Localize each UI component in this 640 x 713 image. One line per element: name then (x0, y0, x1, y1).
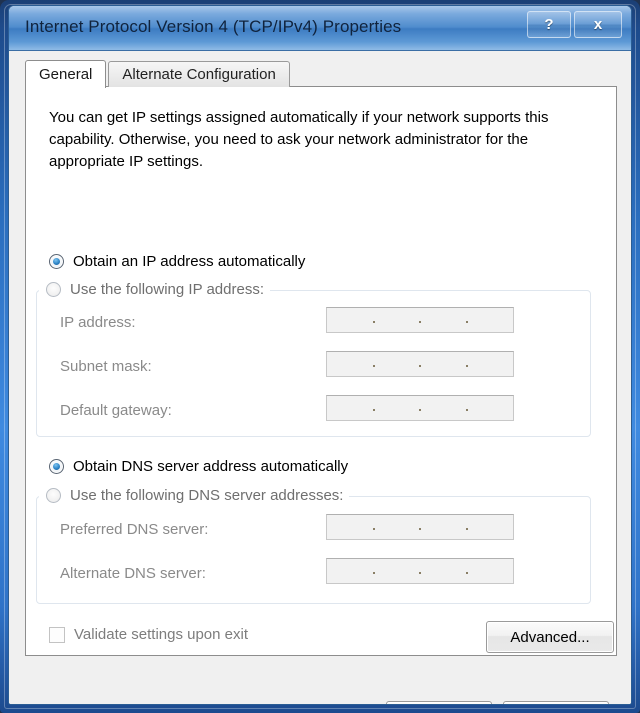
radio-indicator-unselected-icon (46, 282, 61, 297)
preferred-dns-octet-4[interactable] (467, 515, 514, 539)
radio-obtain-ip-automatically[interactable]: Obtain an IP address automatically (49, 253, 305, 270)
alternate-dns-octet-3[interactable] (420, 559, 468, 583)
tab-general[interactable]: General (25, 60, 107, 88)
radio-obtain-ip-automatically-label: Obtain an IP address automatically (73, 253, 306, 270)
dns-address-groupbox (36, 496, 591, 604)
title-bar[interactable]: Internet Protocol Version 4 (TCP/IPv4) P… (9, 6, 631, 51)
subnet-mask-octet-4[interactable] (467, 352, 514, 376)
alternate-dns-octet-1[interactable] (327, 559, 375, 583)
tab-strip: General Alternate Configuration (25, 60, 290, 88)
radio-obtain-dns-automatically-label: Obtain DNS server address automatically (73, 458, 349, 475)
checkbox-indicator-icon (49, 626, 65, 643)
window-title: Internet Protocol Version 4 (TCP/IPv4) P… (25, 17, 402, 36)
default-gateway-input[interactable] (326, 395, 514, 421)
subnet-mask-octet-1[interactable] (327, 352, 375, 376)
checkbox-validate-settings[interactable]: Validate settings upon exit (49, 626, 248, 643)
preferred-dns-octet-2[interactable] (374, 515, 421, 539)
alternate-dns-octet-2[interactable] (374, 559, 421, 583)
panel-bottom-row: Validate settings upon exit Advanced... (49, 618, 614, 654)
advanced-button[interactable]: Advanced... (486, 621, 614, 653)
close-button[interactable]: x (574, 11, 622, 38)
subnet-mask-input[interactable] (326, 351, 514, 377)
subnet-mask-label: Subnet mask: (60, 358, 152, 375)
preferred-dns-input[interactable] (326, 514, 514, 540)
radio-use-following-ip-label: Use the following IP address: (70, 281, 264, 298)
alternate-dns-label: Alternate DNS server: (60, 565, 206, 582)
window-frame: Internet Protocol Version 4 (TCP/IPv4) P… (0, 0, 640, 713)
dialog-body: General Alternate Configuration You can … (9, 51, 631, 704)
radio-indicator-selected-icon (49, 459, 64, 474)
default-gateway-label: Default gateway: (60, 402, 172, 419)
default-gateway-octet-1[interactable] (327, 396, 375, 420)
radio-use-following-ip[interactable]: Use the following IP address: (39, 281, 270, 298)
tab-panel-general: You can get IP settings assigned automat… (25, 86, 617, 656)
checkbox-validate-settings-label: Validate settings upon exit (74, 626, 249, 643)
default-gateway-octet-2[interactable] (374, 396, 421, 420)
ip-address-octet-1[interactable] (327, 308, 375, 332)
tab-alternate-configuration[interactable]: Alternate Configuration (108, 61, 290, 87)
default-gateway-octet-3[interactable] (420, 396, 468, 420)
alternate-dns-input[interactable] (326, 558, 514, 584)
radio-indicator-selected-icon (49, 254, 64, 269)
ok-button[interactable]: OK (386, 701, 492, 704)
ip-address-label: IP address: (60, 314, 136, 331)
preferred-dns-octet-3[interactable] (420, 515, 468, 539)
radio-use-following-dns-label: Use the following DNS server addresses: (70, 487, 344, 504)
subnet-mask-octet-3[interactable] (420, 352, 468, 376)
subnet-mask-octet-2[interactable] (374, 352, 421, 376)
preferred-dns-octet-1[interactable] (327, 515, 375, 539)
ip-address-octet-4[interactable] (467, 308, 514, 332)
tcpip-properties-dialog: Internet Protocol Version 4 (TCP/IPv4) P… (8, 5, 632, 705)
general-description: You can get IP settings assigned automat… (49, 109, 549, 170)
ip-address-octet-3[interactable] (420, 308, 468, 332)
preferred-dns-label: Preferred DNS server: (60, 521, 209, 538)
ip-address-octet-2[interactable] (374, 308, 421, 332)
dialog-footer: OK Cancel (9, 659, 631, 704)
radio-use-following-dns[interactable]: Use the following DNS server addresses: (39, 487, 350, 504)
cancel-button[interactable]: Cancel (503, 701, 609, 704)
default-gateway-octet-4[interactable] (467, 396, 514, 420)
radio-obtain-dns-automatically[interactable]: Obtain DNS server address automatically (49, 458, 348, 475)
ip-address-input[interactable] (326, 307, 514, 333)
alternate-dns-octet-4[interactable] (467, 559, 514, 583)
help-button[interactable]: ? (527, 11, 571, 38)
radio-indicator-unselected-icon (46, 488, 61, 503)
title-bar-buttons: ? x (527, 11, 622, 38)
